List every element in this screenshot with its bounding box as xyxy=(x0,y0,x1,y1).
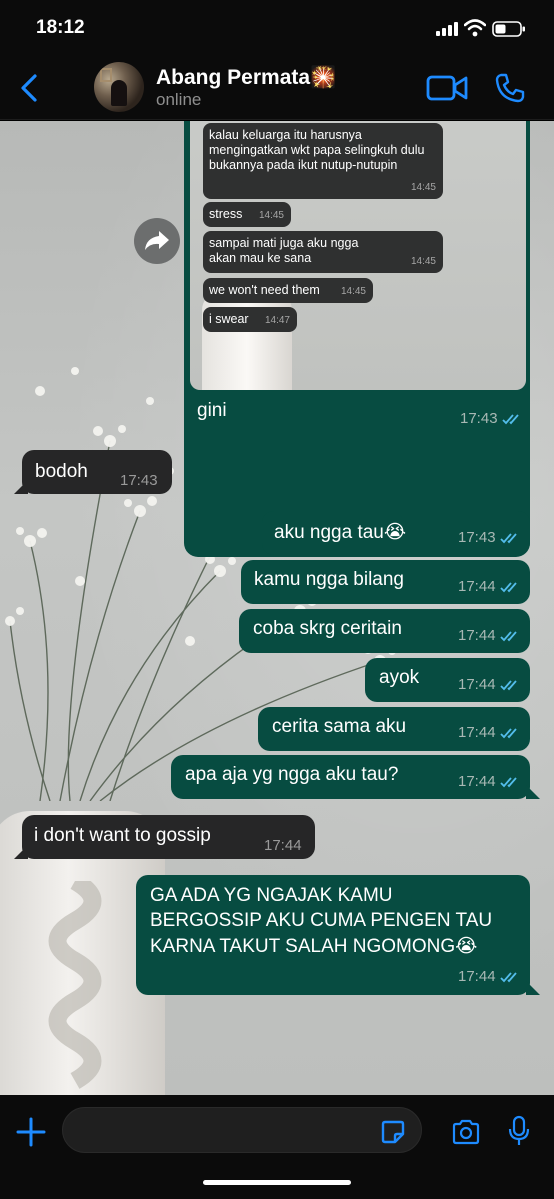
message-input[interactable] xyxy=(62,1107,422,1153)
message-time: 17:44 xyxy=(458,968,496,985)
message-text: kamu ngga bilang xyxy=(254,569,404,590)
avatar[interactable] xyxy=(94,62,144,112)
microphone-icon[interactable] xyxy=(508,1115,530,1147)
message-text: bodoh xyxy=(35,461,88,482)
chat-header: Abang Permata🎇 online xyxy=(0,54,554,120)
signal-icon xyxy=(436,22,458,36)
quoted-message: i swear 14:47 xyxy=(203,307,297,332)
message-time: 17:44 xyxy=(264,837,302,854)
battery-icon xyxy=(492,21,525,37)
camera-icon[interactable] xyxy=(451,1119,481,1145)
message-text: i don't want to gossip xyxy=(34,825,211,846)
message-text: ayok xyxy=(379,667,420,688)
message-time: 17:44 xyxy=(458,578,496,595)
image-caption: gini xyxy=(197,400,227,421)
read-ticks-icon xyxy=(500,533,517,544)
chat-area[interactable]: kalau keluarga itu harusnya mengingatkan… xyxy=(0,121,554,1095)
quoted-message: we won't need them 14:45 xyxy=(203,278,373,303)
message-text: cerita sama aku xyxy=(272,716,407,737)
message-time: 17:43 xyxy=(458,529,496,546)
read-ticks-icon xyxy=(502,414,519,425)
message-text: GA ADA YG NGAJAK KAMU xyxy=(150,885,393,906)
forward-button[interactable] xyxy=(134,218,180,264)
forward-icon xyxy=(145,231,169,250)
contact-name[interactable]: Abang Permata🎇 xyxy=(156,66,336,90)
message-text: apa aja yg ngga aku tau? xyxy=(185,764,399,785)
back-icon[interactable] xyxy=(16,72,44,104)
phone-icon[interactable] xyxy=(494,72,526,104)
read-ticks-icon xyxy=(500,972,517,983)
quoted-message: stress 14:45 xyxy=(203,202,291,227)
status-time: 18:12 xyxy=(36,17,85,38)
read-ticks-icon xyxy=(500,680,517,691)
read-ticks-icon xyxy=(500,728,517,739)
message-time: 17:43 xyxy=(460,410,498,427)
message-time: 17:44 xyxy=(458,773,496,790)
sticker-icon[interactable] xyxy=(380,1119,406,1145)
message-text: coba skrg ceritain xyxy=(253,618,402,639)
video-call-icon[interactable] xyxy=(426,74,468,102)
message-time: 17:43 xyxy=(120,472,158,489)
input-bar xyxy=(0,1095,554,1199)
message-time: 17:44 xyxy=(458,627,496,644)
message-time: 17:44 xyxy=(458,676,496,693)
message-text: BERGOSSIP AKU CUMA PENGEN TAU xyxy=(150,910,493,931)
quoted-message: kalau keluarga itu harusnya mengingatkan… xyxy=(203,123,443,199)
home-indicator xyxy=(203,1180,351,1185)
message-text: KARNA TAKUT SALAH NGOMONG😭 xyxy=(150,936,478,957)
status-bar: 18:12 xyxy=(0,0,554,54)
wifi-icon xyxy=(464,19,486,37)
read-ticks-icon xyxy=(500,582,517,593)
plus-icon[interactable] xyxy=(15,1116,47,1148)
read-ticks-icon xyxy=(500,631,517,642)
message-time: 17:44 xyxy=(458,724,496,741)
contact-status: online xyxy=(156,90,202,109)
quoted-message: sampai mati juga aku ngga akan mau ke sa… xyxy=(203,231,443,273)
message-text: aku ngga tau😭 xyxy=(274,522,407,543)
read-ticks-icon xyxy=(500,777,517,788)
